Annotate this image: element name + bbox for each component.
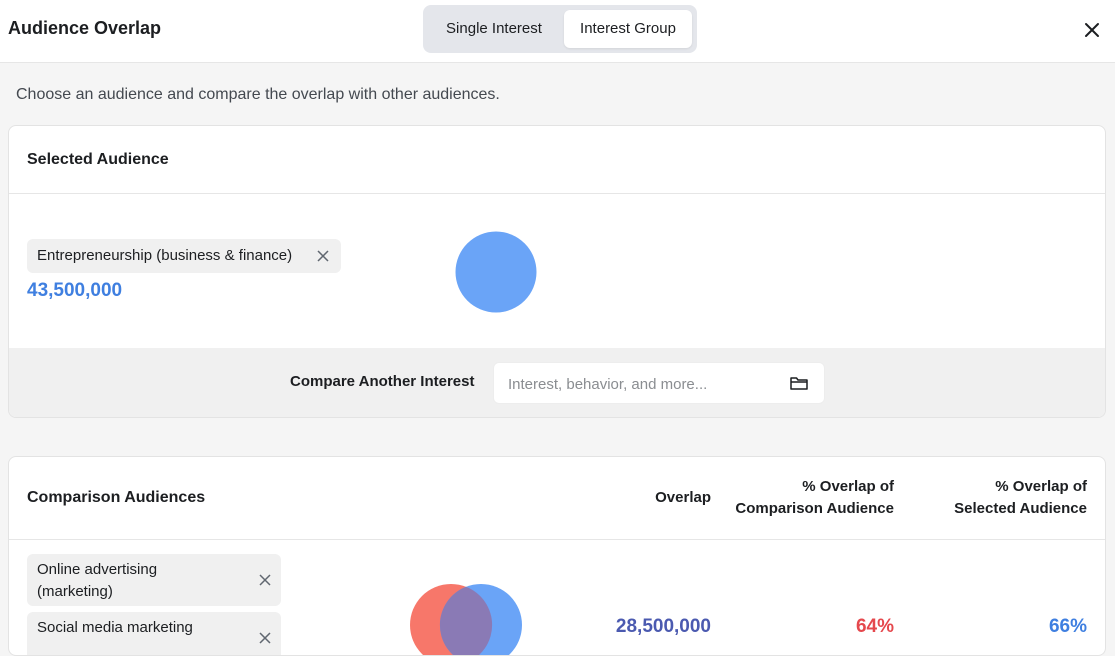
selected-audience-chip: Entrepreneurship (business & finance): [27, 239, 341, 273]
venn-diagram: [410, 584, 522, 655]
folder-icon[interactable]: [789, 373, 809, 393]
audience-circle: [455, 231, 537, 313]
close-icon[interactable]: [1080, 18, 1104, 42]
pct-selected-value: 66%: [1048, 616, 1087, 637]
remove-chip-icon[interactable]: [259, 632, 271, 644]
comparison-chip: Online advertising (marketing): [27, 554, 281, 606]
overlap-value: 28,500,000: [615, 616, 711, 637]
tab-interest-group[interactable]: Interest Group: [564, 10, 692, 48]
dialog-title: Audience Overlap: [8, 18, 162, 38]
chip-label: Entrepreneurship (business & finance): [37, 247, 293, 264]
divider: [9, 193, 1105, 194]
divider: [9, 539, 1105, 540]
remove-chip-icon[interactable]: [259, 574, 271, 586]
chip-label: Social media marketing: [37, 619, 193, 636]
mode-toggle: Single Interest Interest Group: [423, 5, 697, 53]
pct-comparison-value: 64%: [855, 616, 894, 637]
dialog-header: Audience Overlap Single Interest Interes…: [0, 0, 1115, 63]
comparison-audiences-card: Comparison Audiences Overlap % Overlap o…: [8, 456, 1106, 656]
comparison-title: Comparison Audiences: [27, 489, 206, 506]
compare-bar: Compare Another Interest: [9, 348, 1105, 417]
compare-interest-input[interactable]: [506, 363, 780, 405]
compare-interest-field[interactable]: [493, 362, 825, 405]
audience-size: 43,500,000: [27, 280, 123, 301]
comparison-chip: Social media marketing: [27, 612, 281, 655]
chip-label: Online advertising (marketing): [37, 561, 158, 600]
col-pct-selected: % Overlap of Selected Audience: [954, 478, 1087, 517]
compare-label: Compare Another Interest: [290, 373, 475, 390]
col-pct-comparison: % Overlap of Comparison Audience: [735, 478, 894, 517]
page-subtitle: Choose an audience and compare the overl…: [16, 86, 500, 103]
tab-single-interest[interactable]: Single Interest: [427, 10, 561, 48]
remove-chip-icon[interactable]: [317, 250, 329, 262]
selected-audience-title: Selected Audience: [27, 151, 169, 168]
selected-audience-card: Selected Audience Entrepreneurship (busi…: [8, 125, 1106, 418]
